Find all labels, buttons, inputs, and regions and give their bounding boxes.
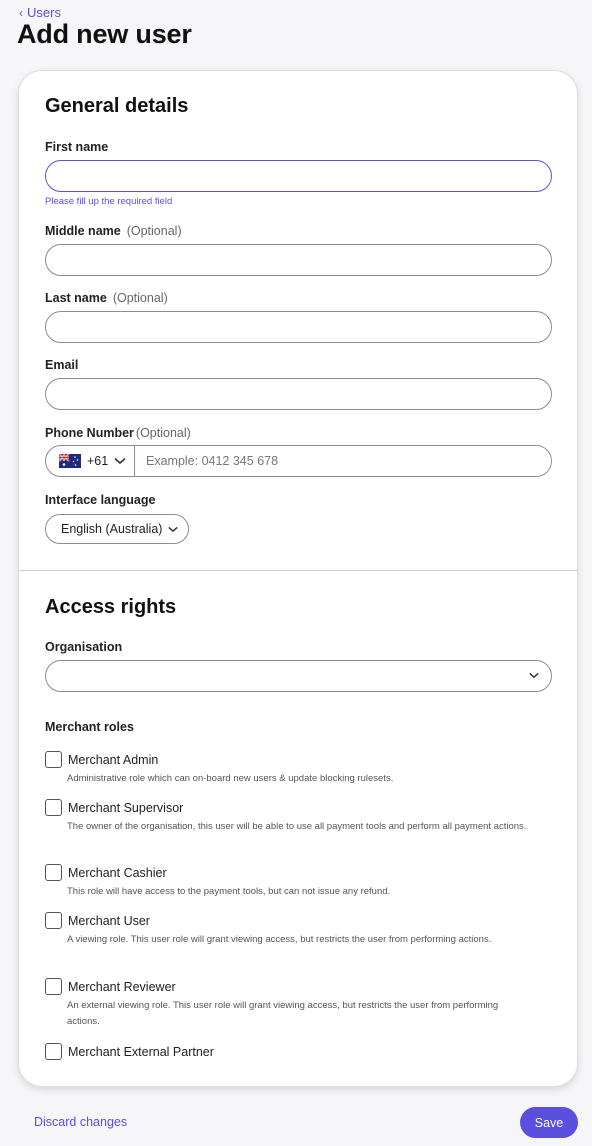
merchant-external-partner-checkbox[interactable] bbox=[45, 1043, 62, 1060]
role-option[interactable]: Merchant External Partner bbox=[45, 1043, 525, 1060]
role-option[interactable]: Merchant User bbox=[45, 912, 525, 929]
role-description: A viewing role. This user role will gran… bbox=[67, 934, 492, 945]
chevron-down-icon bbox=[168, 526, 179, 532]
access-rights-heading: Access rights bbox=[45, 596, 177, 618]
role-option[interactable]: Merchant Admin bbox=[45, 751, 525, 768]
phone-number-label: Phone Number (Optional) bbox=[45, 426, 191, 440]
role-description: Administrative role which can on-board n… bbox=[67, 773, 394, 784]
country-code-select[interactable]: +61 bbox=[46, 446, 135, 476]
merchant-reviewer-checkbox[interactable] bbox=[45, 978, 62, 995]
phone-number-field: +61 bbox=[45, 445, 552, 477]
merchant-admin-checkbox[interactable] bbox=[45, 751, 62, 768]
organisation-label: Organisation bbox=[45, 640, 123, 654]
page-title: Add new user bbox=[17, 19, 192, 49]
add-user-form-card: General details First name Please fill u… bbox=[18, 70, 578, 1087]
merchant-cashier-checkbox[interactable] bbox=[45, 864, 62, 881]
organisation-select[interactable] bbox=[45, 660, 552, 692]
general-details-heading: General details bbox=[45, 95, 189, 117]
role-name: Merchant Admin bbox=[68, 752, 159, 767]
chevron-left-icon: ‹ bbox=[19, 5, 23, 20]
australia-flag-icon bbox=[59, 454, 81, 468]
first-name-input[interactable] bbox=[45, 160, 552, 192]
role-name: Merchant Supervisor bbox=[68, 800, 184, 815]
chevron-down-icon bbox=[114, 457, 126, 465]
role-option[interactable]: Merchant Reviewer bbox=[45, 978, 525, 995]
chevron-down-icon bbox=[529, 672, 539, 679]
role-description: The owner of the organisation, this user… bbox=[67, 821, 527, 832]
save-button[interactable]: Save bbox=[520, 1107, 578, 1138]
role-merchant-supervisor: Merchant Supervisor The owner of the org… bbox=[45, 799, 527, 835]
role-merchant-external-partner: Merchant External Partner bbox=[45, 1043, 525, 1060]
merchant-supervisor-checkbox[interactable] bbox=[45, 799, 62, 816]
section-divider bbox=[19, 570, 577, 571]
role-description: An external viewing role. This user role… bbox=[67, 1000, 499, 1027]
role-name: Merchant Cashier bbox=[68, 865, 167, 880]
role-option[interactable]: Merchant Cashier bbox=[45, 864, 525, 881]
role-merchant-user: Merchant User A viewing role. This user … bbox=[45, 912, 525, 948]
interface-language-label: Interface language bbox=[45, 493, 156, 507]
role-option[interactable]: Merchant Supervisor bbox=[45, 799, 525, 816]
role-description: This role will have access to the paymen… bbox=[67, 886, 391, 897]
interface-language-value: English (Australia) bbox=[61, 522, 163, 536]
role-merchant-admin: Merchant Admin Administrative role which… bbox=[45, 751, 525, 787]
interface-language-select[interactable]: English (Australia) bbox=[45, 514, 189, 544]
email-input[interactable] bbox=[45, 378, 552, 410]
middle-name-label: Middle name (Optional) bbox=[45, 224, 182, 238]
last-name-input[interactable] bbox=[45, 311, 552, 343]
role-merchant-reviewer: Merchant Reviewer An external viewing ro… bbox=[45, 978, 525, 1030]
role-name: Merchant User bbox=[68, 913, 150, 928]
email-label: Email bbox=[45, 358, 79, 372]
breadcrumb-label: Users bbox=[27, 5, 61, 20]
role-name: Merchant External Partner bbox=[68, 1044, 214, 1059]
merchant-user-checkbox[interactable] bbox=[45, 912, 62, 929]
discard-changes-link[interactable]: Discard changes bbox=[34, 1115, 127, 1129]
first-name-error: Please fill up the required field bbox=[45, 196, 173, 207]
phone-number-input[interactable] bbox=[135, 446, 551, 476]
merchant-roles-label: Merchant roles bbox=[45, 720, 134, 734]
last-name-label: Last name (Optional) bbox=[45, 291, 168, 305]
middle-name-input[interactable] bbox=[45, 244, 552, 276]
country-code-value: +61 bbox=[87, 454, 109, 468]
breadcrumb-back-users[interactable]: ‹ Users bbox=[19, 5, 61, 20]
role-name: Merchant Reviewer bbox=[68, 979, 176, 994]
role-merchant-cashier: Merchant Cashier This role will have acc… bbox=[45, 864, 525, 900]
first-name-label: First name bbox=[45, 140, 109, 154]
